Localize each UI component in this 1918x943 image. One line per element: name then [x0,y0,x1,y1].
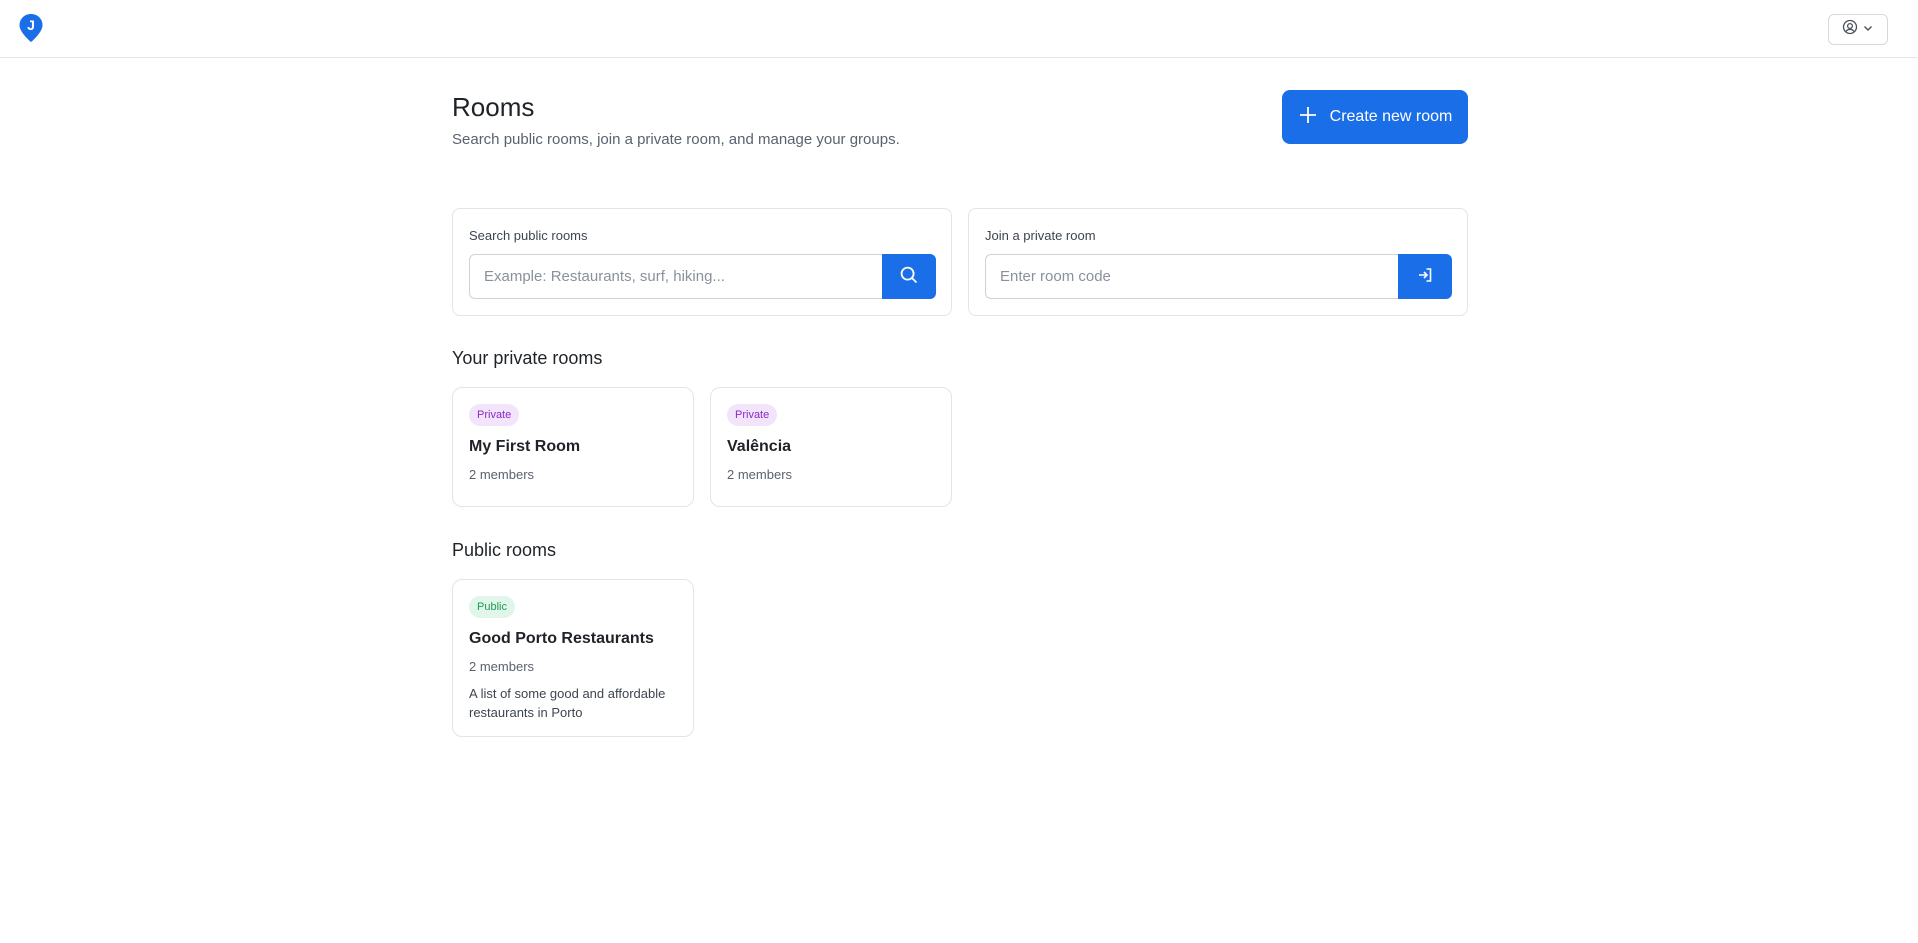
search-label: Search public rooms [469,228,588,243]
user-menu-button[interactable] [1828,14,1888,45]
public-rooms-heading: Public rooms [452,540,557,560]
create-new-room-label: Create new room [1329,108,1453,125]
login-arrow-icon [1416,266,1434,287]
user-circle-icon [1842,19,1858,40]
join-private-room-panel: Join a private room [968,208,1468,316]
app-logo-icon[interactable]: J [18,13,44,43]
private-badge: Private [469,404,520,426]
room-card-good-porto-restaurants[interactable]: Public Good Porto Restaurants 2 members … [452,579,694,737]
page-subtitle: Search public rooms, join a private room… [452,131,900,148]
room-description: A list of some good and affordable resta… [469,686,666,720]
chevron-down-icon [1862,21,1874,39]
join-input-group [985,254,1452,299]
create-new-room-button[interactable]: Create new room [1282,90,1468,144]
search-input[interactable] [469,254,882,299]
join-room-button[interactable] [1398,254,1452,299]
search-input-group [469,254,936,299]
room-card-my-first-room[interactable]: Private My First Room 2 members [452,387,694,507]
join-label: Join a private room [985,228,1096,243]
plus-icon [1298,105,1318,130]
public-badge: Public [469,596,515,618]
page-title: Rooms [452,92,535,122]
top-navbar: J [0,0,1918,58]
room-name: Valência [727,438,792,455]
room-members: 2 members [469,659,535,674]
room-members: 2 members [469,467,535,482]
logo-letter: J [27,17,35,33]
search-button[interactable] [882,254,936,299]
search-public-rooms-panel: Search public rooms [452,208,952,316]
private-rooms-heading: Your private rooms [452,348,603,368]
room-code-input[interactable] [985,254,1398,299]
search-icon [899,265,919,288]
room-card-valencia[interactable]: Private Valência 2 members [710,387,952,507]
room-members: 2 members [727,467,793,482]
room-name: My First Room [469,438,581,455]
private-badge: Private [727,404,778,426]
room-name: Good Porto Restaurants [469,630,654,647]
